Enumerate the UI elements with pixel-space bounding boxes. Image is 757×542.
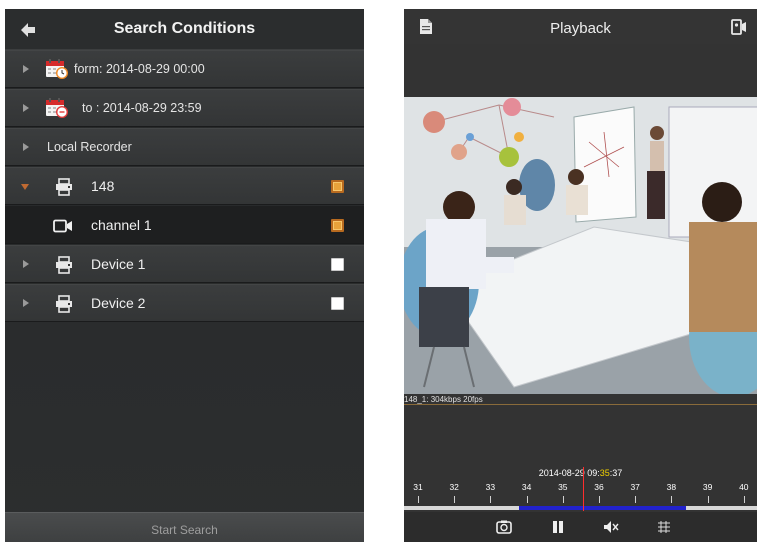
timestamp-minute: 35: [599, 468, 610, 478]
timeline-tick-label: 36: [594, 482, 604, 492]
calendar-clock-icon: [46, 59, 68, 79]
playback-panel: Playback 148_1: 304kbps 20fps 2014-08-29…: [404, 9, 757, 542]
timeline-tick: [526, 496, 528, 503]
expand-arrow-icon: [23, 65, 29, 73]
grid-icon[interactable]: [656, 520, 672, 534]
timeline-tick: [562, 496, 564, 503]
channel-1-label: channel 1: [91, 217, 152, 233]
device-2-checkbox[interactable]: [331, 297, 344, 310]
timeline-tick-label: 33: [485, 482, 496, 492]
page-title: Search Conditions: [113, 20, 256, 37]
timeline-tick: [418, 496, 419, 503]
channel-1-row[interactable]: channel 1: [5, 206, 364, 244]
timeline-cursor[interactable]: [583, 467, 584, 511]
collapse-arrow-icon: [21, 184, 29, 190]
from-time-label: form: 2014-08-29 00:00: [74, 62, 205, 76]
timeline-tick-label: 37: [630, 482, 640, 492]
timeline-tick: [454, 496, 456, 503]
timeline-tick: [707, 496, 709, 503]
timestamp-date: 2014-08-29 09:: [538, 468, 600, 478]
expand-arrow-icon: [23, 299, 29, 307]
timeline-tick-label: 31: [413, 482, 423, 492]
divider: [404, 404, 757, 405]
pause-icon[interactable]: [550, 520, 566, 534]
device-148-label: 148: [91, 178, 115, 194]
playback-header: Playback: [404, 9, 757, 44]
timeline-tick-label: 40: [739, 482, 749, 492]
timeline-tick: [635, 496, 637, 503]
to-time-label: to : 2014-08-29 23:59: [82, 101, 202, 115]
device-148-checkbox[interactable]: [331, 180, 344, 193]
video-frame[interactable]: [404, 97, 757, 394]
channel-1-checkbox[interactable]: [331, 219, 344, 232]
expand-arrow-icon: [23, 143, 29, 151]
device-1-checkbox[interactable]: [331, 258, 344, 271]
record-icon[interactable]: [731, 19, 747, 35]
stream-info: 148_1: 304kbps 20fps: [404, 395, 483, 404]
timeline-tick-label: 32: [449, 482, 459, 492]
timeline-timestamp: 2014-08-29 09:35:37: [404, 468, 757, 478]
dvr-device-icon: [56, 295, 72, 313]
timeline-tick: [599, 496, 600, 503]
timeline-tick-label: 39: [702, 482, 713, 492]
device-2-label: Device 2: [91, 295, 146, 311]
device-1-label: Device 1: [91, 256, 146, 272]
camera-icon: [53, 219, 72, 233]
recorded-segment: [519, 506, 686, 510]
device-1-row[interactable]: Device 1: [5, 245, 364, 283]
expand-arrow-icon: [23, 104, 29, 112]
search-conditions-panel: Search Conditions form: 2014-08-29 00:00…: [5, 9, 364, 542]
search-header: Search Conditions: [5, 9, 364, 50]
timeline-tick: [743, 496, 745, 503]
timeline-tick-label: 35: [558, 482, 568, 492]
playback-controls: [404, 512, 757, 542]
timestamp-seconds: :37: [609, 468, 623, 478]
local-recorder-label: Local Recorder: [47, 140, 132, 154]
timeline-tick-label: 38: [666, 482, 677, 492]
to-time-row[interactable]: to : 2014-08-29 23:59: [5, 89, 364, 127]
page-title: Playback: [550, 20, 611, 37]
local-recorder-row[interactable]: Local Recorder: [5, 128, 364, 166]
snapshot-icon[interactable]: [496, 520, 512, 534]
device-2-row[interactable]: Device 2: [5, 284, 364, 322]
dvr-device-icon: [56, 256, 72, 274]
timeline-tick: [671, 496, 673, 503]
timeline-tick: [490, 496, 492, 503]
expand-arrow-icon: [23, 260, 29, 268]
start-search-label: Start Search: [151, 523, 218, 537]
device-148-row[interactable]: 148: [5, 167, 364, 205]
from-time-row[interactable]: form: 2014-08-29 00:00: [5, 50, 364, 88]
start-search-button[interactable]: Start Search: [5, 512, 364, 542]
dvr-device-icon: [56, 178, 72, 196]
calendar-end-icon: [46, 98, 68, 118]
mute-icon[interactable]: [603, 520, 619, 534]
timeline-tick-label: 34: [521, 482, 532, 492]
